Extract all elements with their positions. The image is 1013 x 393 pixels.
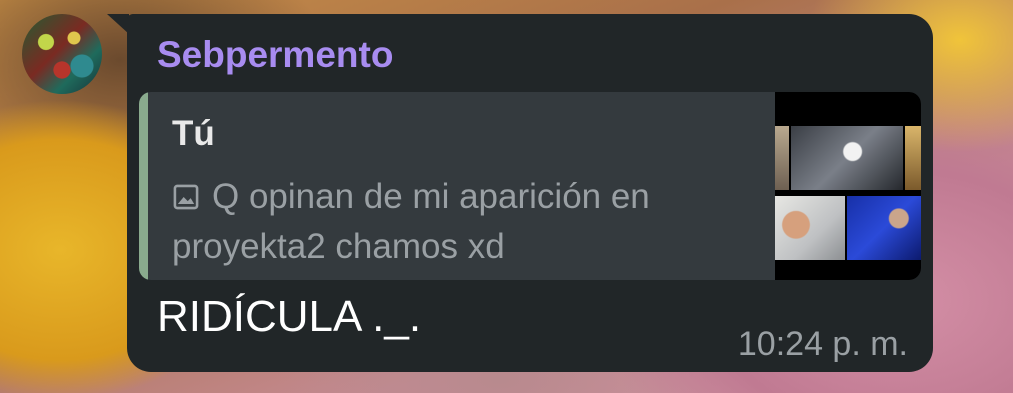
reply-accent-bar (139, 92, 148, 280)
message-timestamp: 10:24 p. m. (737, 325, 908, 363)
thumbnail-tile (775, 126, 789, 190)
reply-preview[interactable]: Tú Q opinan de mi aparición en proyekta2… (139, 92, 921, 280)
reply-text-block: Q opinan de mi aparición en proyekta2 ch… (172, 172, 752, 272)
sender-name[interactable]: Sebpermento (157, 34, 393, 76)
thumbnail-tile (847, 196, 921, 260)
reply-author: Tú (172, 114, 215, 153)
thumbnail-tile (791, 126, 903, 190)
reply-thumbnail[interactable] (775, 92, 921, 280)
message-text[interactable]: RIDÍCULA ._. (157, 292, 421, 342)
thumbnail-tile (775, 196, 845, 260)
reply-text: Q opinan de mi aparición en proyekta2 ch… (172, 177, 650, 266)
image-icon (173, 184, 199, 210)
message-bubble[interactable]: Sebpermento Tú Q opinan de mi aparición … (127, 14, 933, 372)
thumbnail-tile (905, 126, 921, 190)
sender-avatar[interactable] (22, 14, 102, 94)
bubble-tail (107, 14, 129, 34)
